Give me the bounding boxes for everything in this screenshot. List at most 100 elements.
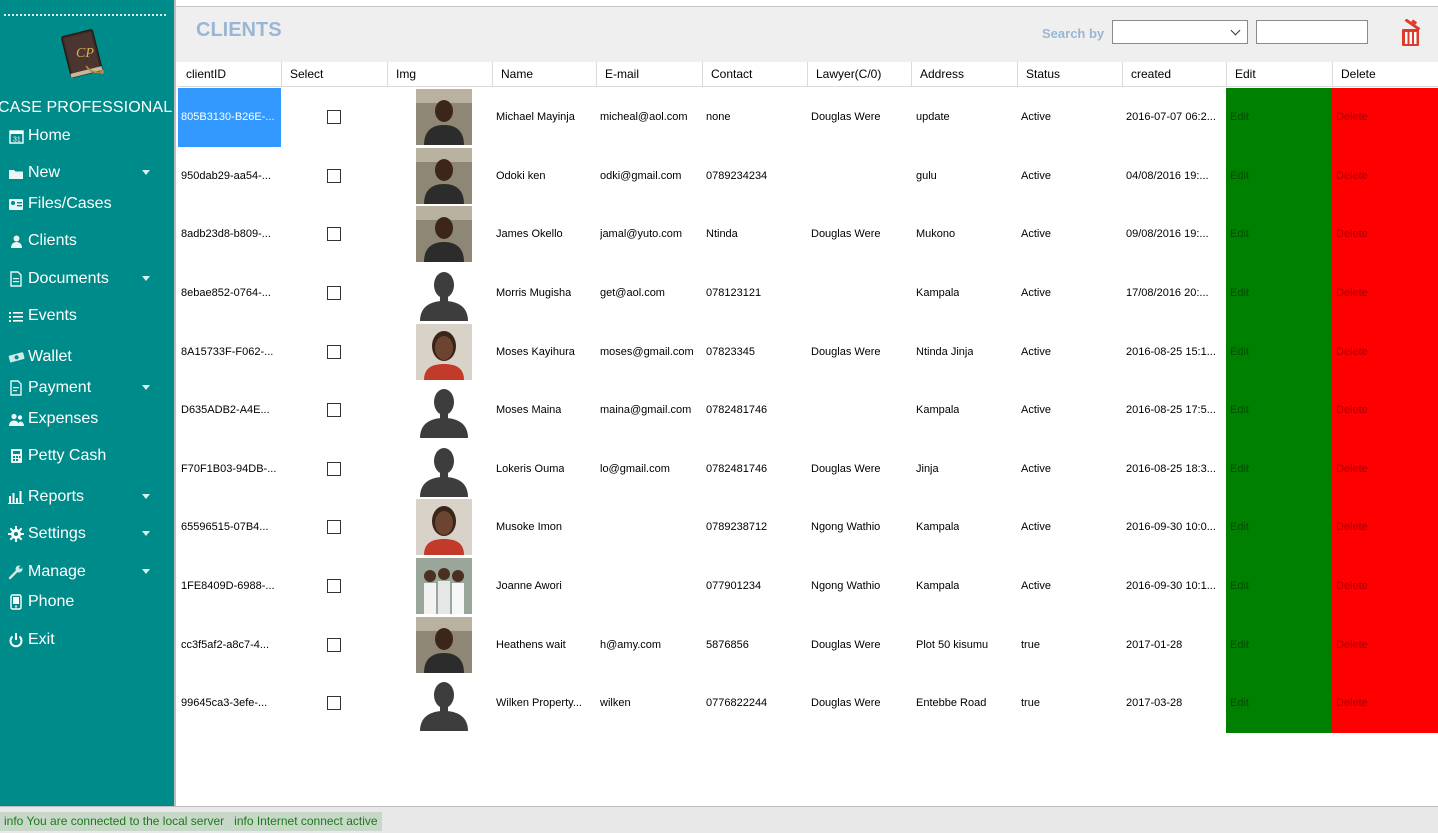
delete-button[interactable]: Delete <box>1332 146 1438 206</box>
sidebar-item-clients[interactable]: Clients <box>6 229 166 253</box>
client-created-cell: 04/08/2016 19:... <box>1122 147 1226 206</box>
select-checkbox[interactable] <box>327 579 341 594</box>
column-header-select[interactable]: Select <box>281 62 387 87</box>
delete-button[interactable]: Delete <box>1332 205 1438 264</box>
client-id-cell-text: 65596515-07B4... <box>181 521 269 534</box>
sidebar-item-documents[interactable]: Documents <box>6 267 166 291</box>
table-row[interactable]: 8A15733F-F062-... Moses Kayihura moses@gma… <box>178 322 1438 381</box>
client-address-cell: Jinja <box>911 440 1017 499</box>
delete-button[interactable]: Delete <box>1332 498 1438 557</box>
edit-button[interactable]: Edit <box>1226 498 1332 557</box>
column-header-status[interactable]: Status <box>1017 62 1122 87</box>
table-row[interactable]: 65596515-07B4... Musoke Imon 0789238712 Ngo… <box>178 498 1438 557</box>
caret-down-icon[interactable] <box>142 385 150 390</box>
table-row[interactable]: 950dab29-aa54-... Odoki ken odki@gmail.com… <box>178 146 1438 206</box>
delete-selected-icon[interactable] <box>1398 19 1424 49</box>
sidebar-item-expenses[interactable]: Expenses <box>6 407 166 431</box>
client-photo <box>387 322 492 381</box>
delete-button[interactable]: Delete <box>1332 674 1438 733</box>
client-id-cell: 1FE8409D-6988-... <box>178 557 281 616</box>
caret-down-icon[interactable] <box>142 170 150 175</box>
client-name-cell-text: Michael Mayinja <box>496 111 575 124</box>
delete-button[interactable]: Delete <box>1332 88 1438 147</box>
edit-button[interactable]: Edit <box>1226 556 1332 616</box>
select-checkbox[interactable] <box>327 110 341 125</box>
column-header-name[interactable]: Name <box>492 62 596 87</box>
search-input[interactable] <box>1256 20 1368 44</box>
column-header-lawyer-c-0[interactable]: Lawyer(C/0) <box>807 62 911 87</box>
delete-button-text: Delete <box>1336 228 1368 241</box>
edit-button[interactable]: Edit <box>1226 146 1332 206</box>
edit-button[interactable]: Edit <box>1226 205 1332 264</box>
client-created-cell: 2016-07-07 06:2... <box>1122 88 1226 147</box>
list-icon <box>6 307 26 325</box>
sidebar-item-settings[interactable]: Settings <box>6 522 166 546</box>
sidebar-item-reports[interactable]: Reports <box>6 485 166 509</box>
column-header-img[interactable]: Img <box>387 62 492 87</box>
client-address-cell-text: Mukono <box>916 228 956 241</box>
client-contact-cell: 078123121 <box>702 264 807 323</box>
delete-button[interactable]: Delete <box>1332 322 1438 381</box>
table-row[interactable]: 99645ca3-3efe-... Wilken Property... wilke… <box>178 674 1438 733</box>
edit-button[interactable]: Edit <box>1226 263 1332 323</box>
client-contact-cell: 0776822244 <box>702 674 807 733</box>
sidebar-item-files-cases[interactable]: Files/Cases <box>6 192 166 216</box>
client-created-cell: 09/08/2016 19:... <box>1122 205 1226 264</box>
column-header-e-mail[interactable]: E-mail <box>596 62 702 87</box>
column-header-address[interactable]: Address <box>911 62 1017 87</box>
select-checkbox[interactable] <box>327 520 341 535</box>
sidebar-item-phone[interactable]: Phone <box>6 590 166 614</box>
caret-down-icon[interactable] <box>142 276 150 281</box>
client-created-cell: 2016-08-25 18:3... <box>1122 440 1226 499</box>
sidebar-item-payment[interactable]: Payment <box>6 376 166 400</box>
delete-button[interactable]: Delete <box>1332 263 1438 323</box>
delete-button[interactable]: Delete <box>1332 556 1438 616</box>
edit-button[interactable]: Edit <box>1226 615 1332 674</box>
client-email-cell: lo@gmail.com <box>596 440 702 499</box>
caret-down-icon[interactable] <box>142 531 150 536</box>
column-header-contact[interactable]: Contact <box>702 62 807 87</box>
select-checkbox[interactable] <box>327 696 341 711</box>
select-cell <box>281 381 387 440</box>
select-checkbox[interactable] <box>327 168 341 183</box>
client-created-cell-text: 2016-07-07 06:2... <box>1126 111 1216 124</box>
sidebar-item-label: Home <box>28 127 71 144</box>
sidebar-item-petty-cash[interactable]: Petty Cash <box>6 444 166 468</box>
table-row[interactable]: 805B3130-B26E-... Michael Mayinja micheal@… <box>178 88 1438 147</box>
select-checkbox[interactable] <box>327 227 341 242</box>
table-row[interactable]: D635ADB2-A4E... Moses Maina maina@gmail.co… <box>178 381 1438 440</box>
table-row[interactable]: 1FE8409D-6988-... Joanne Awori 077901234 Ng… <box>178 556 1438 616</box>
edit-button[interactable]: Edit <box>1226 674 1332 733</box>
column-header-delete[interactable]: Delete <box>1332 62 1438 87</box>
search-by-select[interactable] <box>1112 20 1248 44</box>
delete-button[interactable]: Delete <box>1332 439 1438 499</box>
sidebar-item-home[interactable]: 31 Home <box>6 124 166 148</box>
select-checkbox[interactable] <box>327 344 341 359</box>
select-checkbox[interactable] <box>327 461 341 476</box>
table-row[interactable]: 8ebae852-0764-... Morris Mugisha get@aol.c… <box>178 263 1438 323</box>
table-row[interactable]: 8adb23d8-b809-... James Okello jamal@yuto.… <box>178 205 1438 264</box>
caret-down-icon[interactable] <box>142 569 150 574</box>
select-checkbox[interactable] <box>327 403 341 418</box>
edit-button[interactable]: Edit <box>1226 439 1332 499</box>
select-checkbox[interactable] <box>327 286 341 301</box>
sidebar-item-new[interactable]: New <box>6 161 166 185</box>
column-header-created[interactable]: created <box>1122 62 1226 87</box>
column-header-edit[interactable]: Edit <box>1226 62 1332 87</box>
table-row[interactable]: F70F1B03-94DB-... Lokeris Ouma lo@gmail.co… <box>178 439 1438 499</box>
delete-button[interactable]: Delete <box>1332 381 1438 440</box>
delete-button[interactable]: Delete <box>1332 615 1438 674</box>
sidebar-item-wallet[interactable]: Wallet <box>6 345 166 369</box>
sidebar-item-manage[interactable]: Manage <box>6 560 166 584</box>
edit-button[interactable]: Edit <box>1226 381 1332 440</box>
table-row[interactable]: cc3f5af2-a8c7-4... Heathens wait h@amy.com… <box>178 615 1438 674</box>
edit-button[interactable]: Edit <box>1226 322 1332 381</box>
sidebar-item-events[interactable]: Events <box>6 304 166 328</box>
sidebar-item-exit[interactable]: Exit <box>6 628 166 652</box>
chevron-down-icon <box>1230 25 1241 36</box>
edit-button[interactable]: Edit <box>1226 88 1332 147</box>
select-checkbox[interactable] <box>327 637 341 652</box>
client-status-cell-text: true <box>1021 638 1040 651</box>
column-header-clientid[interactable]: clientID <box>178 62 281 87</box>
caret-down-icon[interactable] <box>142 494 150 499</box>
